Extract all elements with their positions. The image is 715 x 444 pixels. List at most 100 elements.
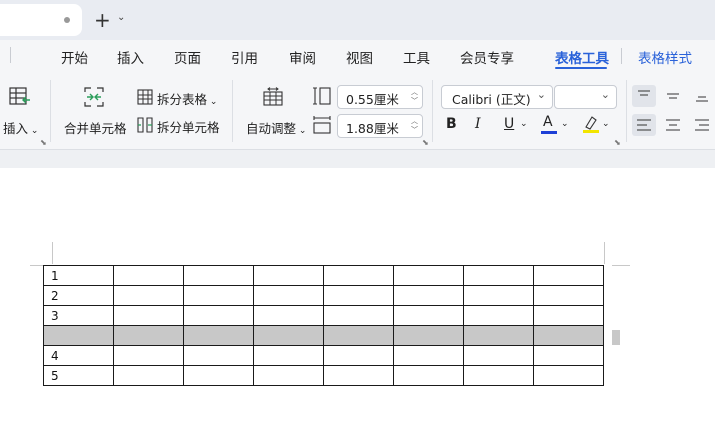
table-cell[interactable] <box>113 365 184 386</box>
table-cell[interactable] <box>253 265 324 286</box>
insert-button[interactable]: 插入 ⌄ <box>3 118 38 137</box>
table-cell[interactable] <box>463 305 534 326</box>
document-tab[interactable] <box>0 4 82 36</box>
chevron-down-icon[interactable]: ⌄ <box>602 119 610 129</box>
table-cell[interactable] <box>533 305 604 326</box>
table-cell[interactable] <box>533 285 604 306</box>
table-cell[interactable] <box>183 305 254 326</box>
table-cell[interactable] <box>463 265 534 286</box>
insert-table-icon[interactable] <box>9 86 31 108</box>
table-cell[interactable]: 2 <box>43 285 114 306</box>
table-cell[interactable] <box>323 365 394 386</box>
group-expand-icon[interactable]: ⬊ <box>422 138 429 147</box>
highlight-icon[interactable] <box>582 114 600 134</box>
new-tab-button[interactable]: + <box>94 9 111 31</box>
table-cell[interactable] <box>463 285 534 306</box>
table-row[interactable]: 2 <box>43 285 604 306</box>
table-cell[interactable] <box>393 365 464 386</box>
table-cell[interactable] <box>533 265 604 286</box>
tab-insert[interactable]: 插入 <box>117 47 144 67</box>
table-cell[interactable] <box>113 325 184 346</box>
table-cell[interactable]: 4 <box>43 345 114 366</box>
table-cell[interactable] <box>463 325 534 346</box>
table-row[interactable]: 4 <box>43 345 604 366</box>
table-cell[interactable] <box>393 285 464 306</box>
table-cell[interactable] <box>113 305 184 326</box>
tab-review[interactable]: 审阅 <box>289 47 316 67</box>
merge-cells-icon[interactable] <box>83 86 105 108</box>
table-cell[interactable] <box>393 325 464 346</box>
table-cell[interactable] <box>183 265 254 286</box>
table-row[interactable]: 3 <box>43 305 604 326</box>
merge-cells-button[interactable]: 合并单元格 <box>64 118 127 137</box>
align-bottom-button[interactable] <box>690 85 714 107</box>
table-cell[interactable] <box>113 345 184 366</box>
chevron-down-icon[interactable]: ⌄ <box>520 119 528 129</box>
autofit-icon[interactable] <box>262 87 284 107</box>
table-cell[interactable] <box>113 285 184 306</box>
table-cell[interactable] <box>393 345 464 366</box>
font-size-select[interactable]: ⌄ <box>554 85 617 109</box>
table-row[interactable]: 5 <box>43 365 604 386</box>
tab-view[interactable]: 视图 <box>346 47 373 67</box>
table-cell[interactable] <box>113 265 184 286</box>
table-cell[interactable] <box>253 305 324 326</box>
table-cell[interactable] <box>533 325 604 346</box>
table-cell[interactable] <box>253 345 324 366</box>
tab-tools[interactable]: 工具 <box>403 47 430 67</box>
split-cells-button[interactable]: 拆分单元格 <box>157 117 220 136</box>
autofit-button[interactable]: 自动调整 ⌄ <box>246 118 306 137</box>
align-middle-button[interactable] <box>661 85 685 107</box>
align-top-button[interactable] <box>632 85 656 107</box>
table-cell[interactable] <box>183 285 254 306</box>
align-left-button[interactable] <box>632 114 656 136</box>
table-cell[interactable] <box>323 285 394 306</box>
table-cell[interactable] <box>183 325 254 346</box>
table-cell[interactable] <box>43 325 114 346</box>
bold-icon[interactable]: B <box>446 116 457 132</box>
chevron-down-icon[interactable]: ⌄ <box>117 12 125 23</box>
chevron-down-icon[interactable]: ⌄ <box>561 119 569 129</box>
table-cell[interactable] <box>323 325 394 346</box>
margin-guide <box>52 242 53 264</box>
table-cell[interactable] <box>393 265 464 286</box>
tab-references[interactable]: 引用 <box>231 47 258 67</box>
spinner-arrows-icon[interactable]: ︿ ﹀ <box>411 88 418 106</box>
table-cell[interactable] <box>253 285 324 306</box>
underline-icon[interactable]: U <box>504 116 514 132</box>
table-cell[interactable] <box>323 305 394 326</box>
tab-page[interactable]: 页面 <box>174 47 201 67</box>
table-cell[interactable] <box>183 345 254 366</box>
align-center-button[interactable] <box>661 114 685 136</box>
tab-home[interactable]: 开始 <box>61 47 88 67</box>
tab-table-style[interactable]: 表格样式 <box>638 47 692 67</box>
group-expand-icon[interactable]: ⬊ <box>40 138 47 147</box>
table-cell[interactable] <box>183 365 254 386</box>
table-row[interactable] <box>43 325 604 346</box>
tab-member[interactable]: 会员专享 <box>460 47 514 67</box>
table-cell[interactable]: 1 <box>43 265 114 286</box>
table-cell[interactable] <box>533 365 604 386</box>
table-cell[interactable] <box>533 345 604 366</box>
table-cell[interactable] <box>253 325 324 346</box>
table-cell[interactable] <box>323 265 394 286</box>
tab-table-tools[interactable]: 表格工具 <box>555 47 609 67</box>
table-cell[interactable]: 3 <box>43 305 114 326</box>
table-cell[interactable] <box>323 345 394 366</box>
table-cell[interactable] <box>393 305 464 326</box>
align-right-button[interactable] <box>690 114 714 136</box>
table-row[interactable]: 1 <box>43 265 604 286</box>
font-color-icon[interactable]: A <box>543 114 553 130</box>
italic-icon[interactable]: I <box>475 116 481 132</box>
group-expand-icon[interactable]: ⬊ <box>614 138 621 147</box>
spinner-arrows-icon[interactable]: ︿ ﹀ <box>411 117 418 135</box>
split-table-button[interactable]: 拆分表格 ⌄ <box>157 89 217 108</box>
table-cell[interactable] <box>463 345 534 366</box>
row-height-input[interactable]: 0.55厘米 ︿ ﹀ <box>337 85 423 109</box>
table-cell[interactable]: 5 <box>43 365 114 386</box>
table-cell[interactable] <box>253 365 324 386</box>
column-width-input[interactable]: 1.88厘米 ︿ ﹀ <box>337 114 423 138</box>
document-table[interactable]: 123 45 <box>43 265 604 386</box>
table-cell[interactable] <box>463 365 534 386</box>
font-name-select[interactable]: Calibri (正文) ⌄ <box>441 85 553 109</box>
